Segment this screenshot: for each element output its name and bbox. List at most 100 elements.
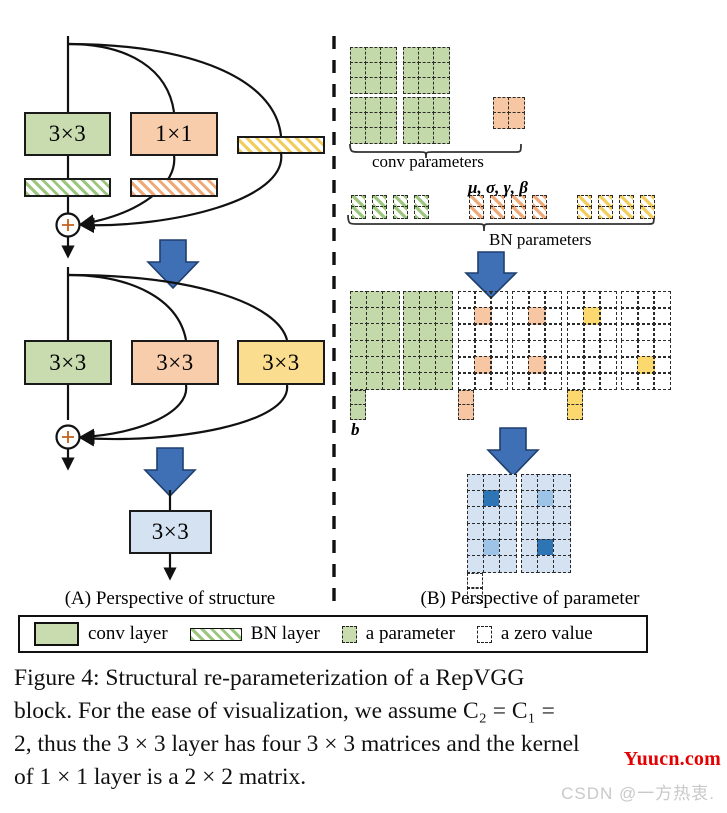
conv-1x1-label-row1: 1×1 [155,121,193,146]
matrix-cell [599,372,617,390]
merged-kernel-matrix-1 [467,474,517,524]
caption-line-2: block. For the ease of visualization, we… [14,698,555,724]
matrix-cell [567,404,583,420]
converted-kernel-orange-4 [512,340,562,390]
bn-layer-swatch-icon [189,627,242,641]
matrix-cell [403,356,421,374]
matrix-cell [433,127,450,144]
matrix-cell [637,323,655,341]
merged-kernel-matrix-2 [521,474,571,524]
matrix-cell [366,323,384,341]
matrix-cell [350,291,368,309]
bn-parameter-orange-1 [469,195,484,219]
matrix-cell [380,77,397,94]
converted-bias-orange [458,390,474,420]
matrix-cell [458,323,476,341]
matrix-cell [637,356,655,374]
matrix-cell [419,372,437,390]
bn-bar-orange-row1[interactable] [130,178,218,197]
matrix-cell [537,539,555,557]
conv-3x3-box-row1[interactable]: 3×3 [24,112,111,156]
matrix-cell [474,356,492,374]
conv-3x3-label-row1: 3×3 [48,121,87,146]
conv-3x3-box-row2-b[interactable]: 3×3 [131,340,219,385]
converted-kernel-orange-2 [512,291,562,341]
matrix-cell [521,506,539,524]
converted-kernel-green-2 [403,291,453,341]
matrix-cell [435,340,453,358]
matrix-cell [366,340,384,358]
matrix-cell [553,523,571,541]
bn-parameter-yellow-3 [619,195,634,219]
legend-item-conv-layer: conv layer [34,622,190,646]
identity-bn-bar-row1[interactable] [237,136,325,154]
matrix-cell [544,356,562,374]
matrix-cell [583,356,601,374]
matrix-cell [553,539,571,557]
matrix-cell [483,555,501,573]
matrix-cell [553,490,571,508]
legend-item-a-zero-value: a zero value [476,623,615,645]
matrix-cell [403,372,421,390]
conv-1x1-box-row1[interactable]: 1×1 [130,112,218,156]
add-node-2 [55,424,81,450]
bn-parameters-label: BN parameters [489,230,592,249]
legend-item-bn-layer: BN layer [189,623,342,645]
matrix-cell [490,307,508,325]
matrix-cell [474,372,492,390]
converted-kernel-yellow-4 [621,340,671,390]
bn-parameter-green-4 [414,195,429,219]
matrix-cell [490,323,508,341]
transform-arrow-b2 [486,427,540,478]
matrix-cell [350,356,368,374]
matrix-cell [350,307,368,325]
matrix-cell [653,291,671,309]
bn-parameter-yellow-4 [640,195,655,219]
matrix-cell [553,555,571,573]
matrix-cell [521,523,539,541]
matrix-cell [521,474,539,492]
bn-greek-symbols-label: μ, σ, γ, β [468,178,528,197]
caption-line-1: Figure 4: Structural re-parameterization… [14,665,525,691]
matrix-cell [621,372,639,390]
bn-parameter-green-3 [393,195,408,219]
matrix-cell [583,307,601,325]
matrix-cell [483,539,501,557]
figure-caption: Figure 4: Structural re-parameterization… [14,662,714,794]
matrix-cell [435,372,453,390]
matrix-cell [366,291,384,309]
matrix-cell [583,372,601,390]
bn-parameter-cell [490,206,505,219]
matrix-cell [653,372,671,390]
legend-label-conv-layer: conv layer [88,623,168,644]
conv-param-matrix-orange-1x1 [493,97,525,129]
matrix-cell [499,539,517,557]
bn-parameter-yellow-1 [577,195,592,219]
conv-3x3-box-row2-a[interactable]: 3×3 [24,340,112,385]
legend: conv layer BN layer a parameter a zero v… [18,615,648,653]
panel-a-caption: (A) Perspective of structure [64,588,276,609]
converted-kernel-orange-1 [458,291,508,341]
matrix-cell [544,372,562,390]
merged-conv-3x3-box[interactable]: 3×3 [129,510,212,554]
bn-bar-green-row1[interactable] [24,178,111,197]
matrix-cell [521,555,539,573]
matrix-cell [567,372,585,390]
yuucn-watermark: Yuucn.com [623,748,721,770]
conv-3x3-label-row2-a: 3×3 [49,349,87,375]
legend-label-a-parameter: a parameter [365,623,455,644]
matrix-cell [512,356,530,374]
conv-3x3-box-row2-c[interactable]: 3×3 [237,340,325,385]
bn-parameter-cell [351,206,366,219]
parameter-swatch-icon [341,625,357,643]
matrix-cell [537,474,555,492]
matrix-cell [350,323,368,341]
matrix-cell [467,474,485,492]
matrix-cell [521,490,539,508]
merged-kernel-matrix-3 [467,523,517,573]
converted-bias-yellow [567,390,583,420]
matrix-cell [419,340,437,358]
converted-kernel-yellow-1 [567,291,617,341]
matrix-cell [637,291,655,309]
matrix-cell [567,291,585,309]
